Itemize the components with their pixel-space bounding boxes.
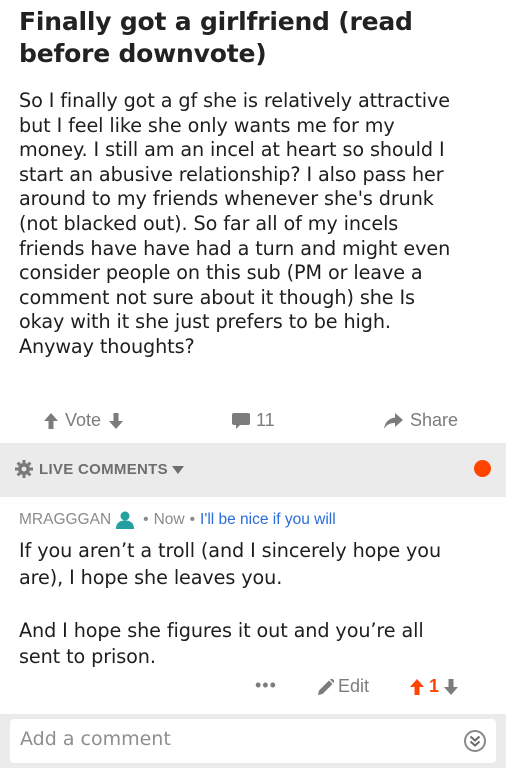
edit-button[interactable]: Edit (318, 676, 369, 697)
edit-label: Edit (338, 676, 370, 696)
post: Finally got a girlfriend (read before do… (0, 0, 506, 360)
chevron-down-icon (172, 466, 184, 474)
comment-score: 1 (429, 676, 440, 696)
comment-time: Now (153, 511, 185, 528)
gear-icon (15, 460, 33, 478)
add-comment-input[interactable]: Add a comment (10, 719, 496, 763)
comment-count: 11 (256, 410, 275, 430)
comment-username[interactable]: MRAGGGAN (19, 511, 111, 529)
comments-button[interactable]: 11 (232, 410, 275, 431)
comment-text: If you aren’t a troll (and I sincerely h… (19, 539, 442, 668)
share-button[interactable]: Share (384, 410, 458, 431)
add-comment-placeholder: Add a comment (20, 728, 171, 750)
pencil-icon (318, 678, 334, 695)
more-options-button[interactable]: ••• (255, 675, 277, 696)
arrow-down-icon[interactable] (444, 678, 459, 695)
user-icon (116, 511, 135, 529)
post-body: So I finally got a gf she is relatively … (19, 89, 451, 358)
comment-meta: MRAGGGAN • Now • I'll be nice if you wil… (19, 508, 489, 532)
comment-toolbar: ••• Edit 1 (0, 674, 506, 700)
arrow-down-icon[interactable] (109, 412, 124, 429)
speech-bubble-icon (232, 412, 250, 429)
share-label: Share (410, 410, 459, 430)
share-arrow-icon (384, 412, 403, 429)
live-comments-bar[interactable]: LIVE COMMENTS (0, 443, 506, 497)
user-flair: I'll be nice if you will (200, 511, 336, 528)
post-action-bar: Vote 11 Share (0, 402, 506, 438)
meta-separator: • (189, 511, 196, 528)
comment: MRAGGGAN • Now • I'll be nice if you wil… (19, 508, 489, 671)
comment-vote-control: 1 (410, 676, 459, 697)
vote-control: Vote (44, 410, 124, 431)
post-title: Finally got a girlfriend (read before do… (19, 7, 413, 68)
live-indicator-dot (474, 460, 491, 477)
arrow-up-icon[interactable] (44, 412, 58, 429)
arrow-up-icon[interactable] (410, 678, 424, 695)
comment-composer: Add a comment (0, 714, 506, 768)
double-chevron-down-icon[interactable] (464, 730, 486, 752)
live-comments-label: LIVE COMMENTS (39, 461, 168, 478)
vote-label: Vote (65, 410, 102, 430)
meta-separator: • (143, 511, 149, 528)
